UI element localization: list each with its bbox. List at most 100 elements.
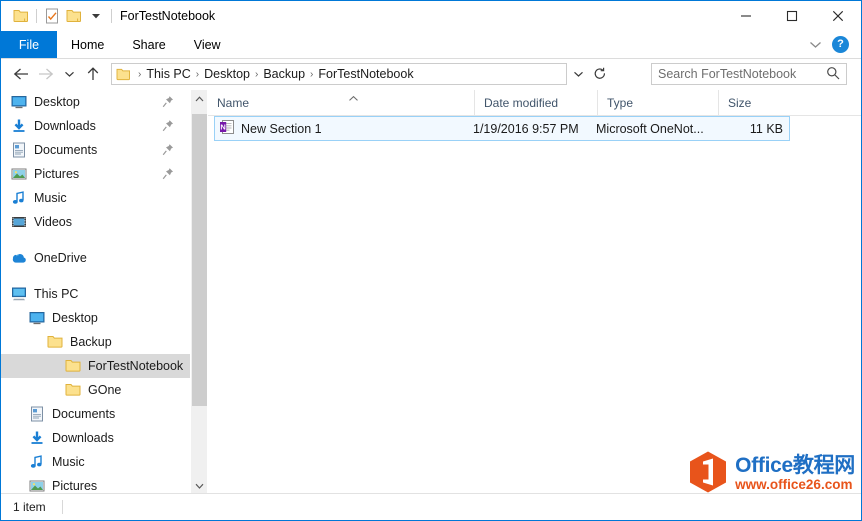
file-date-cell: 1/19/2016 9:57 PM — [473, 122, 596, 136]
sidebar-item-documents[interactable]: Documents — [1, 138, 190, 162]
desktop-icon — [29, 310, 45, 326]
search-input[interactable]: Search ForTestNotebook — [651, 63, 847, 85]
pictures-icon — [11, 166, 27, 182]
collapse-ribbon-icon[interactable] — [809, 38, 822, 52]
column-header-size[interactable]: Size — [718, 90, 791, 115]
sidebar-item-label: Music — [52, 455, 85, 469]
file-name-cell: N New Section 1 — [215, 119, 473, 138]
sidebar-item-label: ForTestNotebook — [88, 359, 183, 373]
sidebar-item-gone[interactable]: GOne — [1, 378, 190, 402]
sidebar-item-music[interactable]: Music — [1, 186, 190, 210]
folder-icon — [65, 358, 81, 374]
tab-share[interactable]: Share — [118, 31, 179, 58]
folder-icon[interactable] — [10, 5, 32, 27]
toolbar-divider — [36, 9, 37, 23]
pin-icon[interactable] — [162, 167, 174, 180]
toolbar-divider-2 — [111, 9, 112, 23]
column-header-type-label: Type — [607, 96, 633, 110]
navigation-pane[interactable]: DesktopDownloadsDocumentsPicturesMusicVi… — [1, 90, 190, 494]
pin-icon[interactable] — [162, 143, 174, 156]
breadcrumb-separator-3: › — [308, 69, 315, 80]
scroll-up-icon[interactable] — [191, 90, 208, 107]
tab-file[interactable]: File — [1, 31, 57, 58]
tab-home[interactable]: Home — [57, 31, 118, 58]
breadcrumb[interactable]: › This PC › Desktop › Backup › ForTestNo… — [111, 63, 567, 85]
maximize-button[interactable] — [769, 1, 815, 31]
refresh-icon[interactable] — [589, 63, 611, 85]
sidebar-item-pictures[interactable]: Pictures — [1, 162, 190, 186]
sidebar-item-onedrive[interactable]: OneDrive — [1, 246, 190, 270]
breadcrumb-item-desktop[interactable]: Desktop — [201, 67, 253, 81]
window-controls — [723, 1, 861, 31]
column-header-date-modified[interactable]: Date modified — [474, 90, 597, 115]
up-button[interactable] — [81, 62, 105, 86]
sidebar-item-label: Desktop — [34, 95, 80, 109]
column-header-name[interactable]: Name — [208, 90, 474, 115]
quick-access-toolbar: ForTestNotebook — [1, 1, 215, 31]
breadcrumb-separator-1: › — [194, 69, 201, 80]
file-name-label: New Section 1 — [241, 122, 322, 136]
chevron-down-icon[interactable] — [85, 5, 107, 27]
scrollbar-thumb[interactable] — [192, 114, 207, 406]
sidebar-item-label: OneDrive — [34, 251, 87, 265]
sidebar-item-videos[interactable]: Videos — [1, 210, 190, 234]
properties-icon[interactable] — [41, 5, 63, 27]
content-area: DesktopDownloadsDocumentsPicturesMusicVi… — [1, 90, 861, 494]
close-button[interactable] — [815, 1, 861, 31]
sidebar-item-label: Documents — [34, 143, 97, 157]
column-headers: Name Date modified Type Size — [208, 90, 861, 116]
music-icon — [29, 454, 45, 470]
breadcrumb-item-fortestnotebook[interactable]: ForTestNotebook — [315, 67, 416, 81]
folder-icon — [47, 334, 63, 350]
ribbon-right-controls: ? — [809, 31, 857, 58]
sidebar-item-downloads[interactable]: Downloads — [1, 114, 190, 138]
sidebar-item-label: Documents — [52, 407, 115, 421]
recent-locations-button[interactable] — [57, 62, 81, 86]
sidebar-item-documents[interactable]: Documents — [1, 402, 190, 426]
scroll-down-icon[interactable] — [191, 477, 208, 494]
help-icon[interactable]: ? — [832, 36, 849, 53]
sidebar-item-label: Downloads — [34, 119, 96, 133]
music-icon — [11, 190, 27, 206]
sidebar-item-desktop[interactable]: Desktop — [1, 306, 190, 330]
title-bar: ForTestNotebook — [1, 1, 861, 31]
address-dropdown-icon[interactable] — [567, 63, 589, 85]
navigation-scrollbar[interactable] — [190, 90, 207, 494]
sidebar-item-music[interactable]: Music — [1, 450, 190, 474]
new-folder-icon[interactable] — [63, 5, 85, 27]
documents-icon — [11, 142, 27, 158]
sidebar-spacer — [1, 270, 190, 282]
file-explorer-window: ForTestNotebook File Home Share — [0, 0, 862, 521]
search-icon[interactable] — [826, 66, 840, 83]
column-header-type[interactable]: Type — [597, 90, 718, 115]
sidebar-item-backup[interactable]: Backup — [1, 330, 190, 354]
sidebar-item-this-pc[interactable]: This PC — [1, 282, 190, 306]
window-title: ForTestNotebook — [120, 9, 215, 23]
file-size-cell: 11 KB — [717, 122, 783, 136]
column-header-name-label: Name — [217, 96, 249, 110]
sidebar-item-pictures[interactable]: Pictures — [1, 474, 190, 494]
sidebar-item-label: This PC — [34, 287, 78, 301]
breadcrumb-item-this-pc[interactable]: This PC — [143, 67, 193, 81]
downloads-icon — [11, 118, 27, 134]
desktop-icon — [11, 94, 27, 110]
sidebar-item-downloads[interactable]: Downloads — [1, 426, 190, 450]
pin-icon[interactable] — [162, 119, 174, 132]
sidebar-item-fortestnotebook[interactable]: ForTestNotebook — [1, 354, 190, 378]
minimize-button[interactable] — [723, 1, 769, 31]
svg-text:N: N — [220, 122, 225, 131]
sidebar-item-label: GOne — [88, 383, 121, 397]
breadcrumb-separator-2: › — [253, 69, 260, 80]
folder-icon — [65, 382, 81, 398]
column-header-size-label: Size — [728, 96, 751, 110]
tab-view[interactable]: View — [180, 31, 235, 58]
back-button[interactable] — [9, 62, 33, 86]
pin-icon[interactable] — [162, 95, 174, 108]
sidebar-item-label: Videos — [34, 215, 72, 229]
breadcrumb-item-backup[interactable]: Backup — [260, 67, 308, 81]
sidebar-item-desktop[interactable]: Desktop — [1, 90, 190, 114]
ribbon-tab-bar: File Home Share View ? — [1, 31, 861, 59]
pictures-icon — [29, 478, 45, 494]
table-row[interactable]: N New Section 1 1/19/2016 9:57 PM Micros… — [214, 116, 790, 141]
sidebar-item-label: Desktop — [52, 311, 98, 325]
